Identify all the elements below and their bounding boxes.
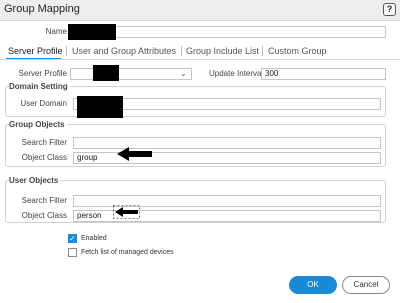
tab-divider bbox=[0, 59, 400, 60]
server-profile-label: Server Profile bbox=[18, 69, 67, 78]
group-search-filter-label: Search Filter bbox=[21, 138, 67, 147]
name-label: Name bbox=[45, 27, 67, 36]
arrow-left-icon bbox=[113, 205, 140, 219]
tab-separator bbox=[66, 46, 67, 56]
fetch-managed-devices-checkbox[interactable] bbox=[68, 248, 77, 257]
redaction-block bbox=[77, 96, 123, 118]
user-object-class-label: Object Class bbox=[21, 211, 67, 220]
name-input[interactable] bbox=[70, 26, 386, 38]
cancel-button[interactable]: Cancel bbox=[342, 276, 390, 294]
update-interval-input[interactable]: 300 bbox=[261, 68, 386, 80]
dialog-title: Group Mapping bbox=[4, 3, 80, 15]
enabled-label: Enabled bbox=[81, 235, 107, 242]
tab-user-and-group-attributes[interactable]: User and Group Attributes bbox=[72, 46, 176, 56]
tab-custom-group[interactable]: Custom Group bbox=[268, 46, 327, 56]
chevron-down-icon[interactable]: ⌄ bbox=[180, 69, 187, 78]
user-objects-legend: User Objects bbox=[9, 176, 61, 185]
tab-server-profile[interactable]: Server Profile bbox=[8, 46, 63, 56]
user-search-filter-label: Search Filter bbox=[21, 196, 67, 205]
arrow-left-icon bbox=[117, 147, 152, 161]
redaction-block bbox=[93, 65, 119, 81]
redaction-block bbox=[68, 24, 116, 40]
user-domain-label: User Domain bbox=[20, 99, 67, 108]
question-icon[interactable]: ? bbox=[383, 3, 396, 16]
server-profile-select[interactable] bbox=[70, 68, 192, 80]
tab-group-include-list[interactable]: Group Include List bbox=[186, 46, 259, 56]
tab-separator bbox=[181, 46, 182, 56]
dialog-title-bar: Group Mapping ? bbox=[0, 0, 400, 21]
update-interval-label: Update Interval bbox=[209, 69, 264, 78]
tab-separator bbox=[262, 46, 263, 56]
group-object-class-label: Object Class bbox=[21, 153, 67, 162]
ok-button[interactable]: OK bbox=[289, 276, 337, 294]
domain-setting-legend: Domain Setting bbox=[9, 82, 70, 91]
enabled-checkbox[interactable]: ✓ bbox=[68, 234, 77, 243]
fetch-managed-devices-label: Fetch list of managed devices bbox=[81, 249, 174, 256]
tab-bar: Server Profile User and Group Attributes… bbox=[0, 43, 400, 60]
group-objects-legend: Group Objects bbox=[9, 120, 67, 129]
